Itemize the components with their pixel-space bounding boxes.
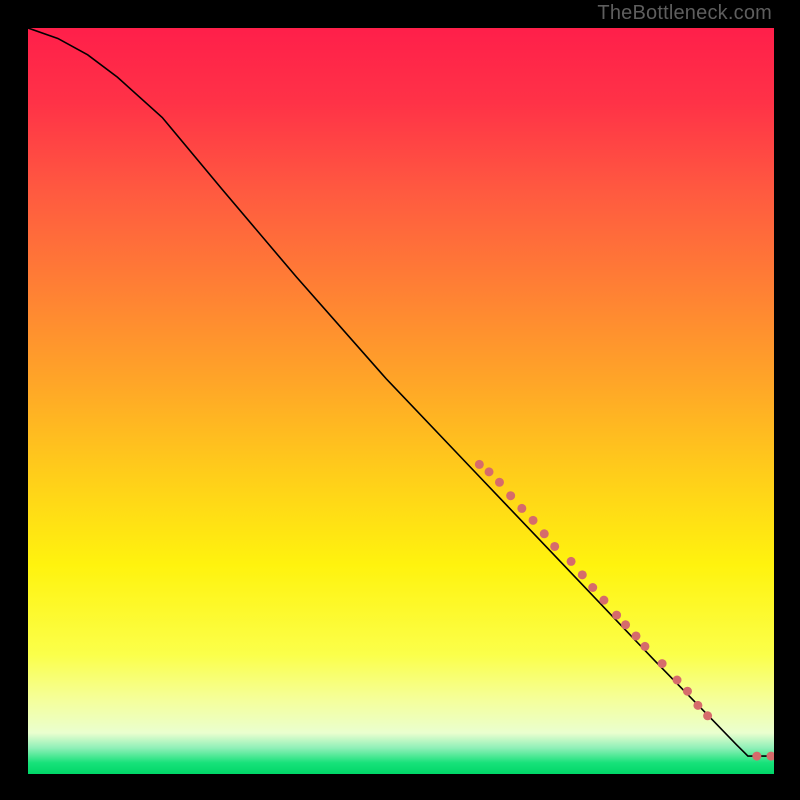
curve-marker (631, 631, 640, 640)
curve-marker (621, 620, 630, 629)
curve-marker (683, 687, 692, 696)
curve-marker (540, 529, 549, 538)
curve-marker (599, 596, 608, 605)
curve-marker (673, 676, 682, 685)
curve-marker (517, 504, 526, 513)
curve-marker (612, 611, 621, 620)
curve-marker (495, 478, 504, 487)
curve-marker (550, 542, 559, 551)
curve-marker (752, 752, 761, 761)
curve-marker (567, 557, 576, 566)
curve-marker (578, 570, 587, 579)
curve-marker (693, 701, 702, 710)
attribution-text: TheBottleneck.com (597, 2, 772, 25)
curve-marker (506, 491, 515, 500)
plot-area (28, 28, 774, 774)
curve-marker (588, 583, 597, 592)
curve-marker (475, 460, 484, 469)
chart-svg (28, 28, 774, 774)
curve-marker (485, 467, 494, 476)
curve-marker (529, 516, 538, 525)
curve-marker (658, 659, 667, 668)
curve-marker (640, 642, 649, 651)
curve-marker (703, 711, 712, 720)
chart-stage: TheBottleneck.com (0, 0, 800, 800)
